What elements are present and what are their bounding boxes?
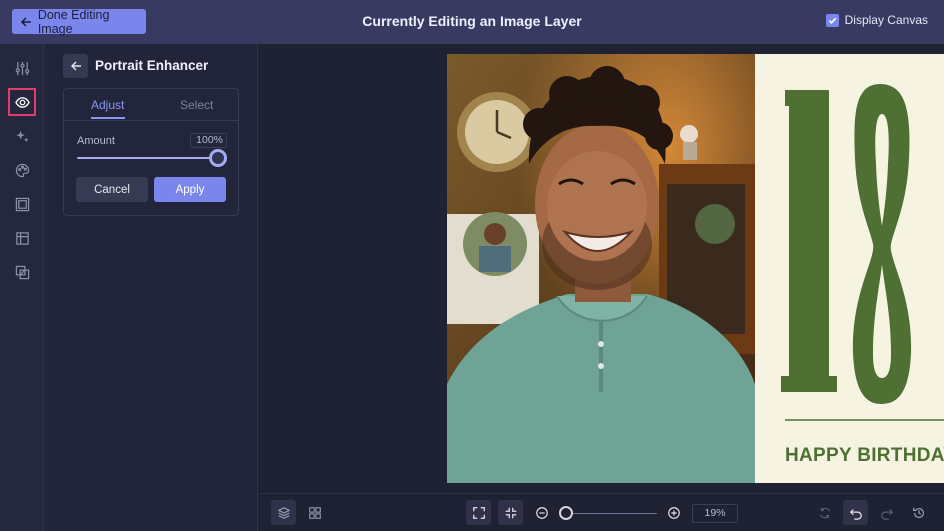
zoom-out-icon	[535, 506, 548, 519]
crop-icon	[15, 231, 29, 245]
tool-rail	[0, 44, 44, 531]
apply-button[interactable]: Apply	[154, 177, 226, 202]
amount-value-field[interactable]: 100%	[190, 133, 227, 148]
zoom-in-icon	[667, 506, 680, 519]
enhancer-settings-card: Adjust Select Amount 100% Cancel Apply	[63, 88, 239, 216]
undo-button[interactable]	[843, 500, 868, 525]
grid-button[interactable]	[302, 500, 327, 525]
expand-icon	[472, 506, 485, 519]
frame-icon	[15, 197, 29, 211]
zoom-slider-thumb[interactable]	[559, 506, 573, 520]
eye-icon	[14, 96, 30, 108]
rail-overlay-button[interactable]	[8, 258, 36, 286]
undo-icon	[849, 508, 862, 520]
rail-frame-button[interactable]	[8, 190, 36, 218]
display-canvas-toggle[interactable]: Display Canvas	[825, 13, 928, 27]
rail-adjustments-button[interactable]	[8, 54, 36, 82]
palette-icon	[15, 163, 29, 177]
cancel-button[interactable]: Cancel	[76, 177, 148, 202]
tab-divider	[64, 120, 238, 121]
grid-icon	[308, 506, 321, 519]
portrait-photo[interactable]	[447, 54, 755, 483]
refresh-icon	[819, 507, 830, 518]
rail-effects-button[interactable]	[8, 122, 36, 150]
zoom-in-button[interactable]	[661, 500, 686, 525]
tab-adjust[interactable]: Adjust	[91, 98, 124, 112]
overlay-icon	[15, 265, 29, 279]
checkmark-icon	[828, 17, 836, 24]
panel-back-button[interactable]	[63, 54, 88, 78]
portrait-photo-illustration	[447, 54, 755, 483]
page-title: Currently Editing an Image Layer	[362, 13, 582, 29]
amount-slider-track[interactable]	[77, 157, 220, 159]
rail-color-button[interactable]	[8, 156, 36, 184]
tool-panel: Portrait Enhancer Adjust Select Amount 1…	[44, 44, 258, 531]
history-icon	[912, 507, 924, 518]
bottom-toolbar: 19%	[259, 493, 944, 531]
amount-slider-thumb[interactable]	[209, 149, 227, 167]
adjustments-icon	[15, 61, 29, 75]
active-tab-indicator	[91, 117, 125, 119]
layers-icon	[277, 506, 290, 519]
rail-crop-button[interactable]	[8, 224, 36, 252]
amount-label: Amount	[77, 135, 115, 147]
birthday-card-layer[interactable]: HAPPY BIRTHDAY	[755, 54, 944, 483]
history-button[interactable]	[906, 500, 931, 525]
zoom-value-field[interactable]: 19%	[692, 504, 738, 523]
collapse-button[interactable]	[498, 500, 523, 525]
redo-icon	[880, 508, 893, 520]
zoom-slider-track[interactable]	[560, 513, 657, 514]
canvas-area: HAPPY BIRTHDAY	[259, 44, 944, 493]
display-canvas-checkbox[interactable]	[825, 13, 839, 27]
tab-select[interactable]: Select	[180, 98, 213, 112]
top-bar: Done Editing Image Currently Editing an …	[0, 0, 944, 44]
redo-button[interactable]	[874, 500, 899, 525]
card-text: HAPPY BIRTHDAY	[785, 445, 944, 466]
zoom-out-button[interactable]	[529, 500, 554, 525]
birthday-number-graphic	[781, 84, 944, 421]
rail-portrait-enhancer-button[interactable]	[8, 88, 36, 116]
sparkle-icon	[15, 130, 29, 142]
panel-title: Portrait Enhancer	[95, 58, 209, 73]
layers-button[interactable]	[271, 500, 296, 525]
arrow-left-icon	[70, 61, 81, 71]
refresh-button[interactable]	[812, 500, 837, 525]
collapse-icon	[505, 507, 516, 518]
display-canvas-label: Display Canvas	[844, 13, 928, 27]
fit-to-screen-button[interactable]	[466, 500, 491, 525]
